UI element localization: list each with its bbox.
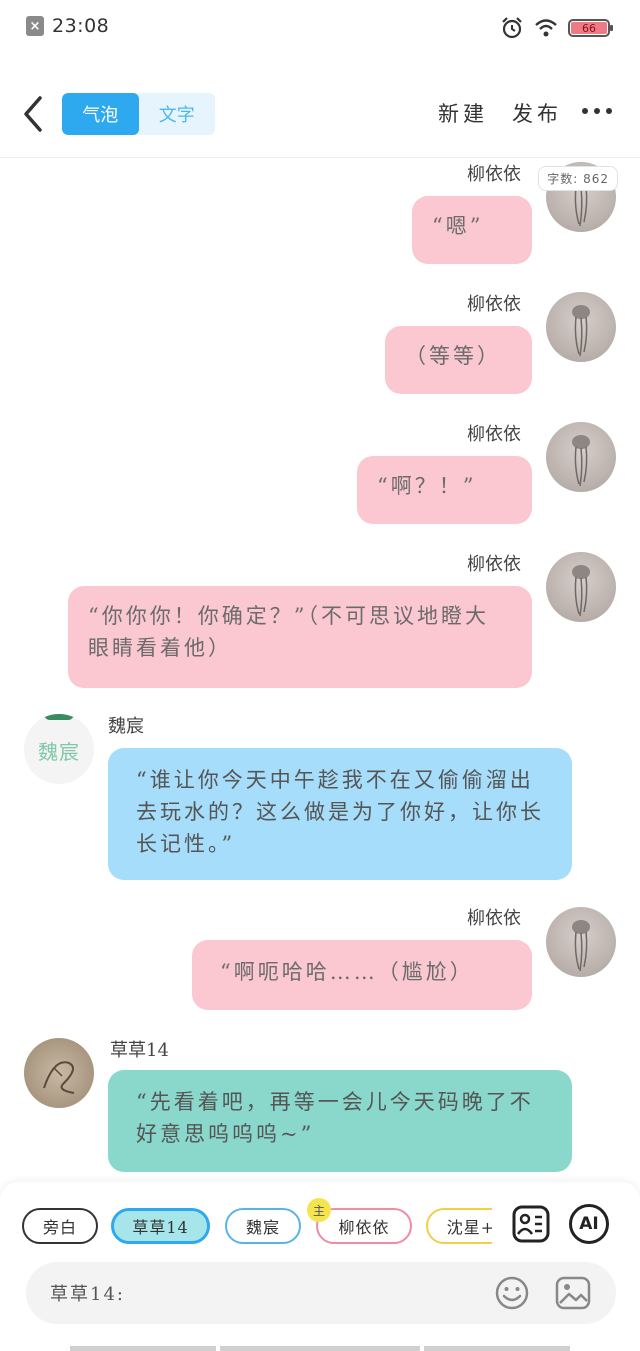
- speaker-name: 草草14: [110, 1040, 169, 1061]
- home-indicator: [424, 1346, 570, 1351]
- message-bubble[interactable]: “你你你！你确定？”（不可思议地瞪大眼睛看着他）: [68, 586, 532, 688]
- more-options-icon[interactable]: [582, 108, 612, 114]
- input-placeholder: 草草14:: [50, 1284, 125, 1305]
- avatar[interactable]: [546, 292, 616, 362]
- battery-icon: 66: [568, 19, 613, 37]
- message-bubble[interactable]: “啊？！”: [357, 456, 532, 524]
- speaker-name: 柳依依: [467, 294, 521, 315]
- avatar-text: 魏宸: [38, 740, 80, 764]
- message-bubble[interactable]: “嗯”: [412, 196, 532, 264]
- image-icon[interactable]: [554, 1275, 592, 1311]
- message-bubble[interactable]: “先看着吧，再等一会儿今天码晚了不好意思呜呜呜~”: [108, 1070, 572, 1172]
- character-selector[interactable]: 旁白 草草14 魏宸 柳依依 沈星+: [20, 1206, 492, 1246]
- main-character-badge: 主: [307, 1198, 331, 1222]
- status-bar: × 23:08 66: [0, 0, 640, 56]
- speaker-name: 柳依依: [467, 424, 521, 445]
- ai-button[interactable]: AI: [569, 1204, 609, 1244]
- jellyfish-icon: [572, 435, 590, 487]
- avatar[interactable]: [546, 422, 616, 492]
- publish-button[interactable]: 发布: [512, 98, 562, 128]
- wifi-icon: [535, 19, 557, 37]
- speaker-name: 柳依依: [467, 908, 521, 929]
- speaker-name: 魏宸: [108, 716, 144, 737]
- avatar[interactable]: 魏宸: [24, 714, 94, 784]
- jellyfish-icon: [572, 920, 590, 972]
- tab-text[interactable]: 文字: [139, 93, 216, 135]
- message-bubble[interactable]: “啊呃哈哈……（尴尬）: [192, 940, 532, 1010]
- battery-level: 66: [571, 22, 607, 35]
- speaker-name: 柳依依: [467, 554, 521, 575]
- character-chip-narration[interactable]: 旁白: [22, 1208, 98, 1244]
- chat-area[interactable]: 柳依依 “嗯” 字数: 862 柳依依 （等等） 柳依依 “啊？！” 柳依依 “…: [0, 158, 640, 1180]
- avatar[interactable]: [546, 552, 616, 622]
- message-bubble[interactable]: （等等）: [385, 326, 532, 394]
- character-chip-weichen[interactable]: 魏宸: [225, 1208, 301, 1244]
- message-input[interactable]: 草草14:: [26, 1262, 616, 1324]
- character-chip-shenxing[interactable]: 沈星+: [426, 1208, 492, 1244]
- avatar-decoration: [44, 714, 74, 720]
- word-count-badge: 字数: 862: [538, 166, 618, 191]
- message-bubble[interactable]: “谁让你今天中午趁我不在又偷偷溜出去玩水的？这么做是为了你好，让你长长记性。”: [108, 748, 572, 880]
- emoji-icon[interactable]: [494, 1275, 530, 1311]
- character-card-icon[interactable]: [511, 1204, 551, 1244]
- home-indicator: [70, 1346, 216, 1351]
- notification-close-icon: ×: [26, 16, 44, 36]
- sketch-avatar-icon: [43, 1061, 75, 1094]
- jellyfish-icon: [572, 305, 590, 357]
- jellyfish-icon: [572, 565, 590, 617]
- character-chip-caocao14[interactable]: 草草14: [111, 1208, 210, 1244]
- back-arrow-icon[interactable]: [18, 94, 48, 134]
- status-time: 23:08: [52, 15, 110, 37]
- new-button[interactable]: 新建: [438, 98, 488, 128]
- speaker-name: 柳依依: [467, 164, 521, 185]
- avatar[interactable]: [546, 907, 616, 977]
- tab-bubble[interactable]: 气泡: [62, 93, 139, 135]
- avatar[interactable]: [24, 1038, 94, 1108]
- mode-switch: 气泡 文字: [62, 93, 215, 135]
- home-indicator: [220, 1346, 420, 1351]
- top-toolbar: 气泡 文字 新建 发布: [0, 80, 640, 152]
- alarm-icon: [502, 17, 522, 39]
